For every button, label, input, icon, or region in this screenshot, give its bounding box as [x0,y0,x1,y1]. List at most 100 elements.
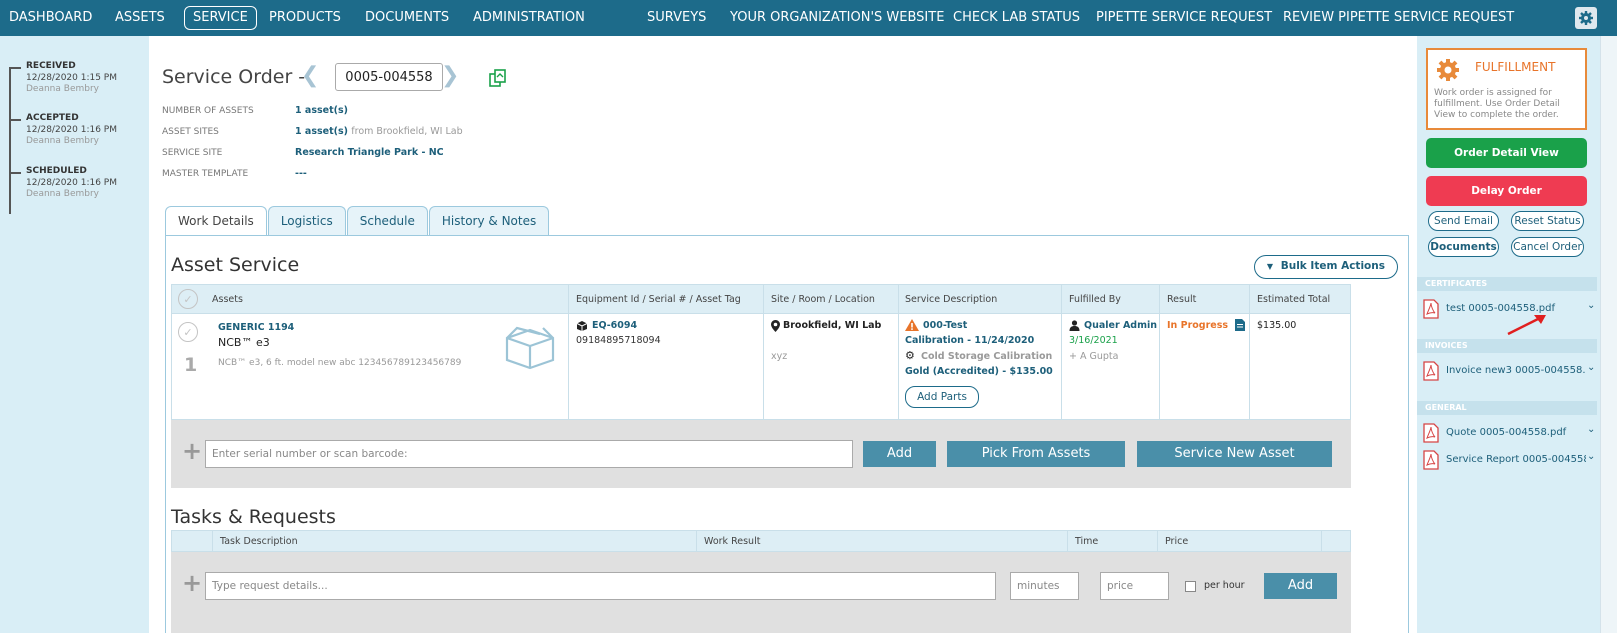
room-name: xyz [771,351,788,362]
row-index: 1 [184,354,198,376]
settings-button[interactable] [1575,7,1597,29]
nav-service[interactable]: SERVICE [184,6,257,30]
service-code-link[interactable]: 000-Test [923,320,967,331]
documents-button[interactable]: Documents [1428,237,1499,257]
chevron-down-icon[interactable]: ⌄ [1587,300,1595,311]
prev-order-icon[interactable]: ❮ [301,63,319,88]
nav-administration[interactable]: ADMINISTRATION [473,0,585,36]
user-icon [1069,320,1080,331]
chevron-down-icon[interactable]: ⌄ [1587,362,1595,373]
serial-search-input[interactable]: Enter serial number or scan barcode: [205,440,853,468]
service-calibration: Calibration - 11/24/2020 [905,335,1035,346]
col-equipment: Equipment Id / Serial # / Asset Tag [576,294,741,305]
invoice-file-name[interactable]: Invoice new3 0005-004558.pdf [1446,365,1586,376]
delay-order-button[interactable]: Delay Order [1426,176,1587,206]
chevron-down-icon[interactable]: ⌄ [1587,424,1595,435]
warning-icon [905,319,919,331]
tasks-table-header: Task Description Work Result Time Price [171,530,1351,552]
service-new-asset-button[interactable]: Service New Asset [1137,441,1332,467]
service-report-file-row[interactable]: Service Report 0005-004558.p... ⌄ [1421,448,1599,472]
nav-check-lab-status[interactable]: CHECK LAB STATUS [953,0,1080,36]
row-checkbox[interactable]: ✓ [178,322,198,342]
nav-assets[interactable]: ASSETS [115,0,165,36]
meta-value-assets: 1 asset(s) [295,105,348,116]
nav-documents[interactable]: DOCUMENTS [365,0,449,36]
page-title: Service Order - [162,66,306,88]
add-parts-button[interactable]: Add Parts [905,386,979,408]
reset-status-button[interactable]: Reset Status [1511,211,1584,231]
meta-value-master-template: --- [295,168,307,179]
tab-history-notes[interactable]: History & Notes [428,206,550,236]
tab-bar: Work Details Logistics Schedule History … [165,206,550,237]
col-site: Site / Room / Location [771,294,875,305]
meta-label-master-template: MASTER TEMPLATE [162,169,249,179]
document-icon[interactable] [1235,319,1245,331]
result-status: In Progress [1167,320,1229,331]
order-number-input[interactable] [335,63,443,91]
tab-schedule[interactable]: Schedule [346,206,428,236]
asset-description: NCB™ e3, 6 ft. model new abc 12345678912… [218,358,462,368]
pdf-icon [1423,423,1439,443]
nav-products[interactable]: PRODUCTS [269,0,341,36]
map-pin-icon [771,320,780,332]
minutes-input[interactable]: minutes [1010,572,1079,600]
service-report-file-name[interactable]: Service Report 0005-004558.p... [1446,454,1586,465]
certificates-header: CERTIFICATES [1417,277,1597,291]
plus-icon: + [182,569,203,597]
request-details-input[interactable]: Type request details... [205,572,996,600]
order-sidebar: FULFILLMENT Work order is assigned for f… [1417,36,1617,633]
select-all-checkbox[interactable]: ✓ [178,289,198,309]
col-estimated-total: Estimated Total [1257,294,1331,305]
pdf-icon [1423,361,1439,381]
col-service-description: Service Description [905,294,998,305]
col-fulfilled-by: Fulfilled By [1069,294,1121,305]
estimated-total: $135.00 [1257,320,1297,331]
nav-pipette-request[interactable]: PIPETTE SERVICE REQUEST [1096,0,1272,36]
meta-value-service-site: Research Triangle Park - NC [295,147,444,158]
gear-icon [1579,11,1593,25]
box-icon [505,326,555,370]
add-request-button[interactable]: Add [1264,573,1337,599]
nav-dashboard[interactable]: DASHBOARD [9,0,92,36]
asset-service-title: Asset Service [171,254,300,276]
add-asset-button[interactable]: Add [863,441,936,467]
service-level: Gold (Accredited) - $135.00 [905,366,1053,377]
plus-icon: + [182,437,203,465]
col-task-description: Task Description [220,536,298,547]
add-asset-bar: + Enter serial number or scan barcode: A… [171,420,1351,488]
nav-surveys[interactable]: SURVEYS [647,0,706,36]
per-hour-label: per hour [1204,580,1245,591]
top-nav: DASHBOARD ASSETS SERVICE PRODUCTS DOCUME… [0,0,1617,36]
fulfilled-by-link[interactable]: Qualer Admin [1084,320,1157,331]
order-detail-view-button[interactable]: Order Detail View [1426,138,1587,168]
status-title: FULFILLMENT [1475,60,1556,74]
equipment-id-link[interactable]: EQ-6094 [592,320,637,331]
asset-link[interactable]: GENERIC 1194 [218,322,294,333]
status-timeline: RECEIVED 12/28/2020 1:15 PM Deanna Bembr… [0,36,148,633]
page-scrollbar[interactable] [1600,36,1617,633]
next-order-icon[interactable]: ❯ [441,63,459,88]
tab-work-details[interactable]: Work Details [165,206,267,237]
copy-icon[interactable] [488,68,508,88]
invoice-file-row[interactable]: Invoice new3 0005-004558.pdf ⌄ [1421,359,1599,383]
chevron-down-icon[interactable]: ⌄ [1587,451,1595,462]
nav-org-website[interactable]: YOUR ORGANIZATION'S WEBSITE [730,0,944,36]
quote-file-row[interactable]: Quote 0005-004558.pdf ⌄ [1421,421,1599,445]
bulk-item-actions-button[interactable]: ▼ Bulk Item Actions [1253,255,1398,279]
status-card: FULFILLMENT Work order is assigned for f… [1426,48,1587,130]
gear-icon [1437,59,1459,81]
cancel-order-button[interactable]: Cancel Order [1511,237,1584,257]
nav-review-pipette[interactable]: REVIEW PIPETTE SERVICE REQUEST [1283,0,1514,36]
price-input[interactable]: price [1100,572,1169,600]
quote-file-name[interactable]: Quote 0005-004558.pdf [1446,427,1586,438]
tasks-requests-title: Tasks & Requests [171,506,336,528]
per-hour-checkbox[interactable] [1185,581,1196,592]
pdf-icon [1423,450,1439,470]
col-work-result: Work Result [704,536,761,547]
send-email-button[interactable]: Send Email [1428,211,1499,231]
pick-from-assets-button[interactable]: Pick From Assets [947,441,1125,467]
asset-name: NCB™ e3 [218,336,270,349]
tab-logistics[interactable]: Logistics [267,206,346,236]
col-result: Result [1167,294,1197,305]
fulfilled-date: 3/16/2021 [1069,335,1118,346]
